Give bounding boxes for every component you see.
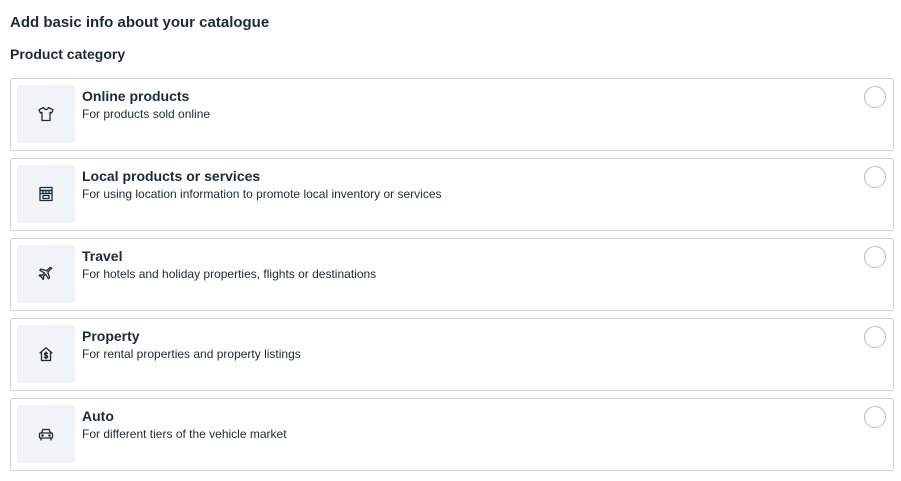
shirt-icon: [37, 105, 55, 123]
page-title: Add basic info about your catalogue: [10, 14, 270, 31]
option-title: Online products: [82, 88, 190, 104]
option-card-auto[interactable]: Auto For different tiers of the vehicle …: [10, 398, 894, 471]
radio-local-products[interactable]: [864, 166, 886, 188]
option-title: Auto: [82, 408, 114, 424]
option-description: For hotels and holiday properties, fligh…: [82, 267, 377, 281]
option-card-travel[interactable]: Travel For hotels and holiday properties…: [10, 238, 894, 311]
option-description: For different tiers of the vehicle marke…: [82, 427, 287, 441]
option-description: For using location information to promot…: [82, 187, 442, 201]
icon-tile: [17, 165, 75, 223]
option-card-property[interactable]: Property For rental properties and prope…: [10, 318, 894, 391]
icon-tile: [17, 325, 75, 383]
product-category-list: Online products For products sold online…: [10, 78, 894, 478]
option-description: For rental properties and property listi…: [82, 347, 301, 361]
option-title: Property: [82, 328, 140, 344]
icon-tile: [17, 245, 75, 303]
option-description: For products sold online: [82, 107, 211, 121]
section-label-product-category: Product category: [10, 46, 126, 62]
storefront-icon: [37, 185, 55, 203]
option-card-local-products[interactable]: Local products or services For using loc…: [10, 158, 894, 231]
icon-tile: [17, 85, 75, 143]
airplane-icon: [37, 265, 55, 283]
icon-tile: [17, 405, 75, 463]
radio-auto[interactable]: [864, 406, 886, 428]
option-card-online-products[interactable]: Online products For products sold online: [10, 78, 894, 151]
radio-online-products[interactable]: [864, 86, 886, 108]
radio-travel[interactable]: [864, 246, 886, 268]
radio-property[interactable]: [864, 326, 886, 348]
option-title: Local products or services: [82, 168, 261, 184]
car-icon: [37, 425, 55, 443]
house-dollar-icon: [37, 345, 55, 363]
option-title: Travel: [82, 248, 123, 264]
